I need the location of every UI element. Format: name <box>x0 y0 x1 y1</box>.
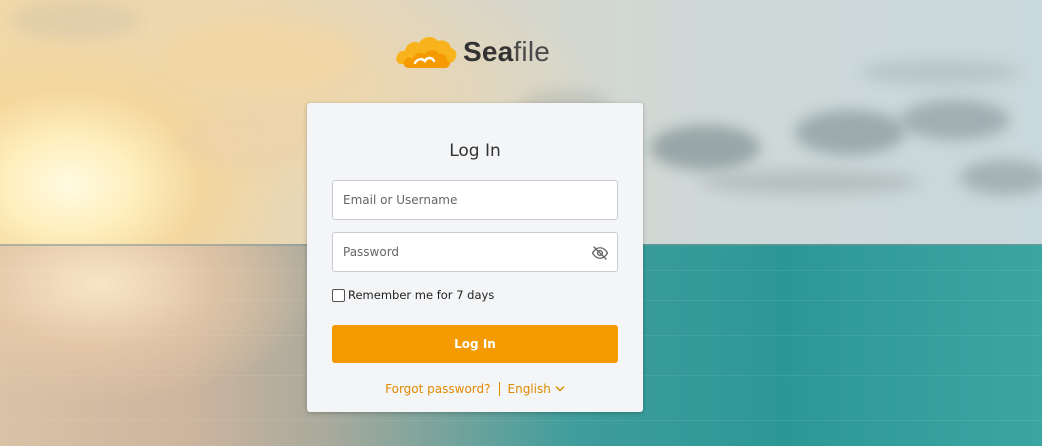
login-card: Log In Remember me for 7 days Log In For… <box>307 103 643 412</box>
login-title: Log In <box>449 141 501 161</box>
password-field[interactable] <box>332 232 618 272</box>
language-selector[interactable]: English <box>508 382 565 396</box>
chevron-down-icon <box>555 386 565 392</box>
username-field[interactable] <box>332 180 618 220</box>
remember-me[interactable]: Remember me for 7 days <box>332 288 494 302</box>
eye-off-icon[interactable] <box>591 244 609 262</box>
login-footer: Forgot password? English <box>307 382 643 396</box>
seafile-logo: Seafile <box>395 30 550 74</box>
username-input[interactable] <box>333 181 617 219</box>
password-input[interactable] <box>333 233 617 271</box>
remember-label: Remember me for 7 days <box>348 288 495 302</box>
language-label: English <box>507 382 551 396</box>
footer-divider <box>498 382 500 396</box>
brand-name: Seafile <box>463 36 551 67</box>
forgot-password-link[interactable]: Forgot password? <box>385 382 490 396</box>
seafile-cloud-icon <box>396 37 457 68</box>
remember-checkbox[interactable] <box>332 288 345 302</box>
login-button[interactable]: Log In <box>332 325 618 363</box>
